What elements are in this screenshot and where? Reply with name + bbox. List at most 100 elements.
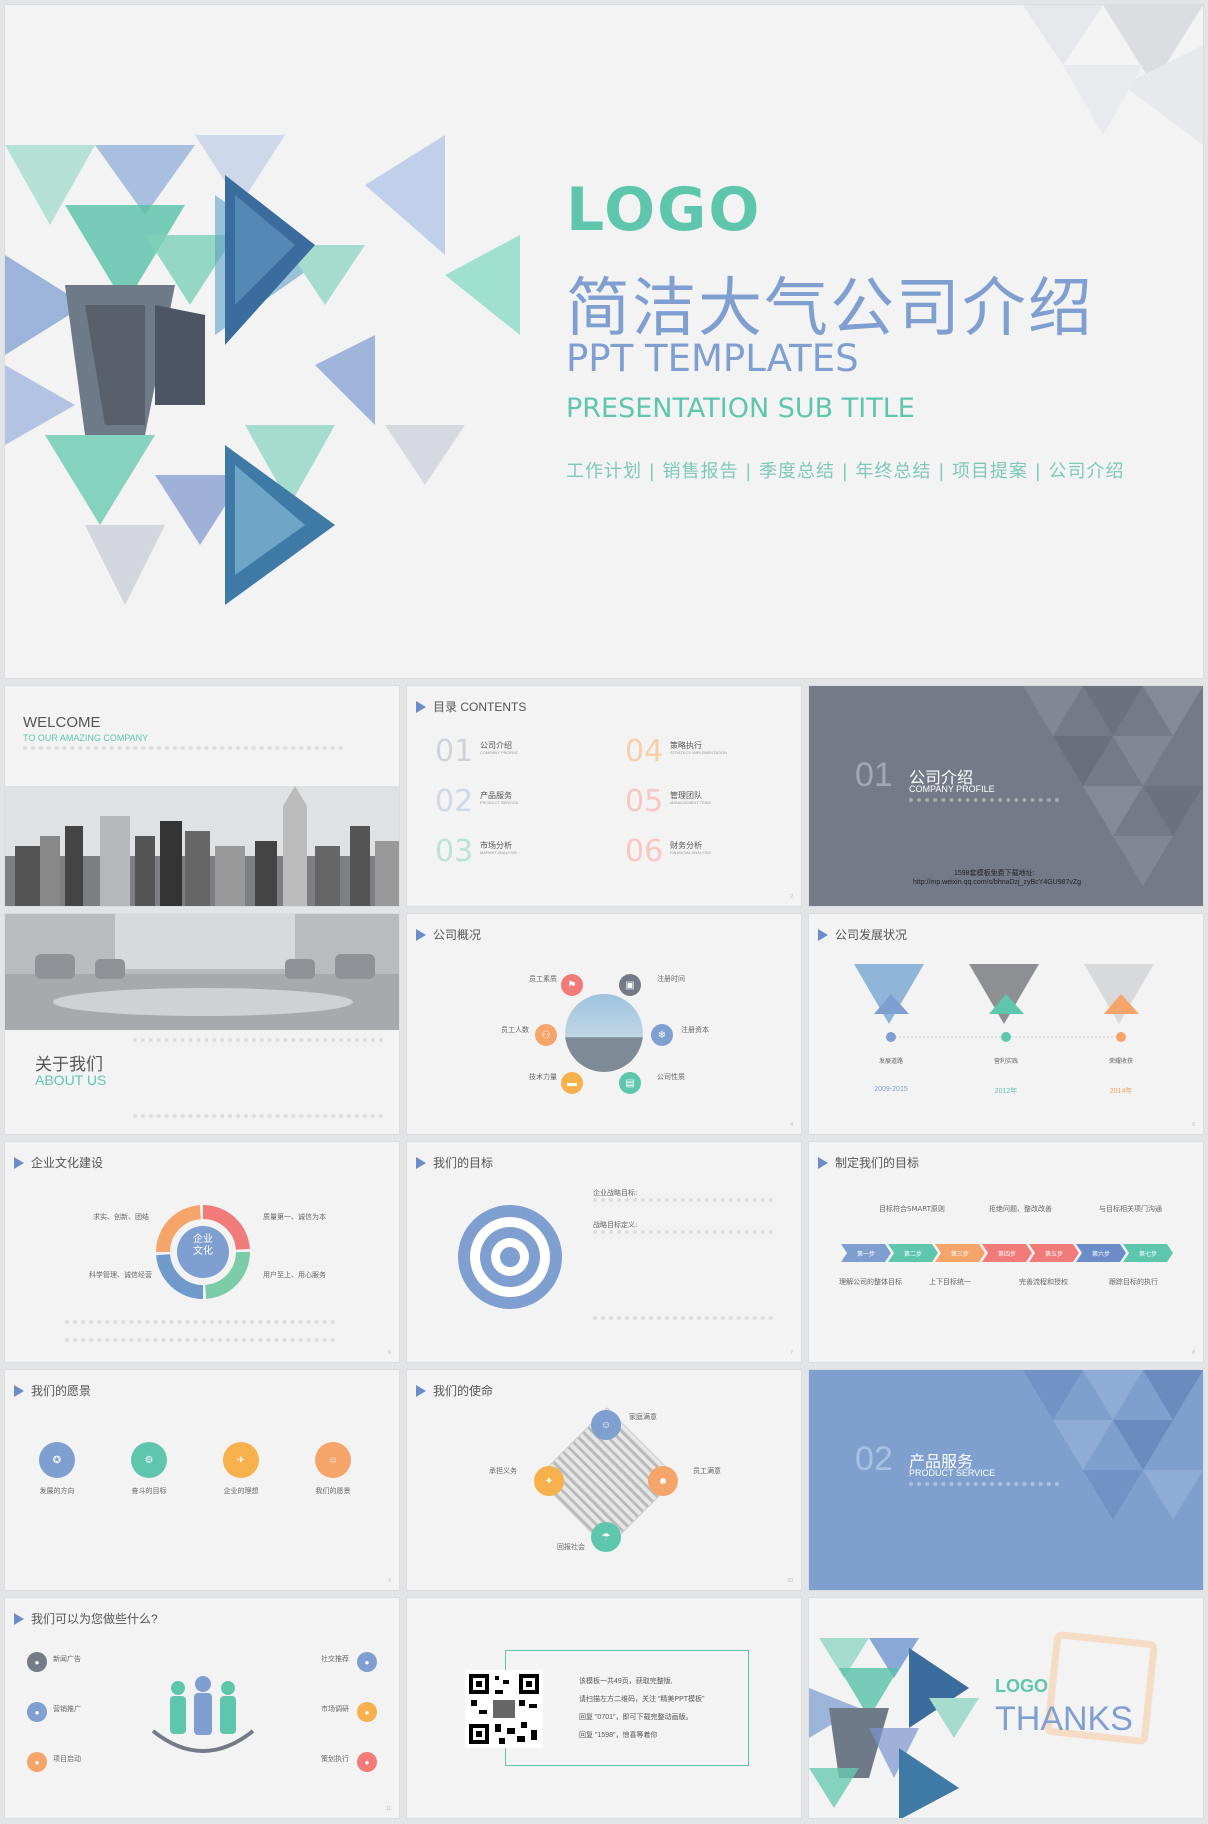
triangle-icon [416, 928, 426, 941]
goal-slide[interactable]: 我们的目标 企业战略目标: 战略目标定义: 7 [406, 1141, 802, 1363]
culture-slide[interactable]: 企业文化建设 企业 文化 求实、创新、团结 质量第一、诚信为本 科学管理、诚信经… [4, 1141, 400, 1363]
triangle-pattern [1023, 1370, 1203, 1520]
step-arrow: 第七步 [1123, 1244, 1173, 1262]
qr-instruction-line: 回复 "1598"，惊喜等着你 [579, 1732, 658, 1739]
contents-number: 02 [435, 784, 474, 819]
triangle-icon [416, 700, 426, 713]
plan-top-label: 与目标相关项门沟通 [1099, 1205, 1162, 1213]
download-url[interactable]: http://mp.weixin.qq.com/s/bhnaDzj_zyBcY4… [913, 879, 1081, 886]
thanks-slide[interactable]: LOGO THANKS [808, 1597, 1204, 1819]
plan-slide[interactable]: 制定我们的目标 第一步 第二步 第三步 第四步 第五步 第六步 第七步 目标符合SMART原… [808, 1141, 1204, 1363]
contents-item-subtitle: COMPANY PROFILE [480, 750, 519, 755]
culture-center: 企业 文化 [193, 1234, 213, 1257]
welcome-slide[interactable]: WELCOME TO OUR AMAZING COMPANY [4, 685, 400, 907]
vision-label: 奋斗的目标 [131, 1487, 167, 1495]
contents-number: 04 [625, 734, 664, 769]
goal-body-2 [593, 1230, 773, 1320]
overview-icon-3: ⚇ [535, 1024, 557, 1046]
contents-item-subtitle: FINANCIAL ANALYSIS [670, 850, 711, 855]
service-icon: ● [357, 1752, 377, 1772]
about-subtitle: ABOUT US [35, 1072, 107, 1088]
triangle-icon [14, 1612, 24, 1625]
mission-label: 家庭满意 [629, 1413, 657, 1421]
culture-label: 求实、创新、团结 [93, 1213, 149, 1221]
stage-label: 荣耀收获 [1108, 1059, 1133, 1065]
service-label: 策划执行 [321, 1755, 349, 1763]
contents-number: 03 [435, 834, 474, 869]
goal-body-1 [593, 1198, 773, 1212]
triangle-icon [416, 1156, 426, 1169]
slide-header: 我们的愿景 [14, 1382, 91, 1399]
development-timeline [854, 964, 1154, 1042]
slide-header: 企业文化建设 [14, 1154, 103, 1171]
triangle-icon [14, 1384, 24, 1397]
overview-icon-6: ▤ [619, 1072, 641, 1094]
contents-slide[interactable]: 目录 CONTENTS 01 公司介绍 COMPANY PROFILE 02 产品服务 P… [406, 685, 802, 907]
step-arrow: 第五步 [1029, 1244, 1079, 1262]
mission-label: 承担义务 [489, 1467, 517, 1475]
vision-label: 我们的愿景 [315, 1487, 351, 1495]
about-slide[interactable]: 关于我们 ABOUT US [4, 913, 400, 1135]
page-title: 简洁大气公司介绍 [566, 272, 1094, 346]
qr-instruction-line: 该模板一共49页，获取完整版, [579, 1678, 673, 1685]
mission-slide[interactable]: 我们的使命 ☺ ☻ ☂ ✦ 家庭满意 员工满意 回报社会 承担义务 10 [406, 1369, 802, 1591]
vision-label: 发展的方向 [39, 1487, 75, 1495]
target-icon [458, 1205, 562, 1309]
section-slide-1[interactable]: 01 公司介绍 COMPANY PROFILE 1598套模板免费下载地址: h… [808, 685, 1204, 907]
culture-label: 科学管理、诚信经营 [89, 1271, 152, 1279]
stage-year: 2009-2015 [874, 1086, 908, 1093]
step-arrow: 第一步 [841, 1244, 891, 1262]
mission-label: 回报社会 [557, 1543, 585, 1551]
service-icon: ● [27, 1702, 47, 1722]
team-icon [151, 1676, 255, 1753]
section-slide-2[interactable]: 02 产品服务 PRODUCT SERVICE [808, 1369, 1204, 1591]
development-slide[interactable]: 公司发展状况 发展道路 2009-2015 营利实践 2012年 荣耀收获 2014年 5 [808, 913, 1204, 1135]
step-arrow: 第六步 [1076, 1244, 1126, 1262]
stage-year: 2012年 [994, 1088, 1018, 1095]
qr-slide[interactable]: 该模板一共49页，获取完整版, 请扫描左方二维码，关注 "精美PPT模板" 回复 "… [406, 1597, 802, 1819]
goal-heading-1: 企业战略目标: [593, 1189, 638, 1197]
slide-header: 制定我们的目标 [818, 1154, 919, 1171]
culture-body [65, 1320, 335, 1342]
step-arrow: 第二步 [888, 1244, 938, 1262]
section-subtitle: COMPANY PROFILE [909, 784, 995, 794]
overview-label: 公司性质 [657, 1073, 685, 1081]
logo: LOGO [566, 175, 762, 245]
goal-heading-2: 战略目标定义: [593, 1221, 638, 1229]
plan-bottom-label: 上下目标统一 [929, 1278, 971, 1286]
step-arrow: 第四步 [982, 1244, 1032, 1262]
slide-header: 公司概况 [416, 926, 481, 943]
title-slide[interactable]: LOGO 简洁大气公司介绍 PPT TEMPLATES PRESENTATION… [4, 4, 1204, 679]
triangle-pattern [809, 1638, 979, 1818]
overview-icon-5: ▬ [561, 1072, 583, 1094]
subtitle: PPT TEMPLATES [566, 337, 859, 380]
culture-label: 质量第一、诚信为本 [263, 1213, 326, 1221]
contents-item-subtitle: PRODUCT SERVICE [480, 800, 519, 805]
vision-slide[interactable]: 我们的愿景 ✪ 发展的方向 ⚙ 奋斗的目标 ✈ 企业的理想 ☺ 我们的愿景 9 [4, 1369, 400, 1591]
vision-icon: ✪ [39, 1442, 75, 1478]
overview-label: 注册资本 [681, 1026, 709, 1034]
corner-pattern [1023, 5, 1203, 145]
plan-bottom-label: 跟踪目标的执行 [1109, 1278, 1158, 1286]
about-body [133, 1038, 383, 1118]
section-subtitle: PRODUCT SERVICE [909, 1468, 996, 1478]
contents-number: 05 [625, 784, 664, 819]
services-slide[interactable]: 我们可以为您做些什么? ● 新闻广告 ● 营销推广 ● 项目启动 ● 社交推荐 ● 市场调研 ● 策划… [4, 1597, 400, 1819]
overview-label: 员工人数 [501, 1026, 529, 1034]
contents-number: 01 [435, 734, 474, 769]
triangle-pattern [5, 135, 520, 605]
qr-instruction-line: 回复 "0701"，即可下载完整动画版。 [579, 1714, 693, 1721]
service-icon: ● [27, 1652, 47, 1672]
triangle-icon [416, 1384, 426, 1397]
vision-label: 企业的理想 [223, 1487, 259, 1495]
culture-label: 用户至上、用心服务 [263, 1271, 326, 1279]
step-arrow: 第三步 [935, 1244, 985, 1262]
service-label: 项目启动 [53, 1755, 81, 1763]
overview-slide[interactable]: 公司概况 ⚑ ▣ ⚇ ❄ ▬ ▤ 员工素质 注册时间 员工人数 注册资本 技术力… [406, 913, 802, 1135]
qr-code-icon[interactable] [465, 1670, 543, 1748]
plan-bottom-label: 理解公司的整体目标 [839, 1278, 902, 1286]
service-icon: ● [357, 1652, 377, 1672]
user-icon: ☺ [591, 1410, 621, 1440]
vision-icon: ☺ [315, 1442, 351, 1478]
triangle-icon [818, 1156, 828, 1169]
